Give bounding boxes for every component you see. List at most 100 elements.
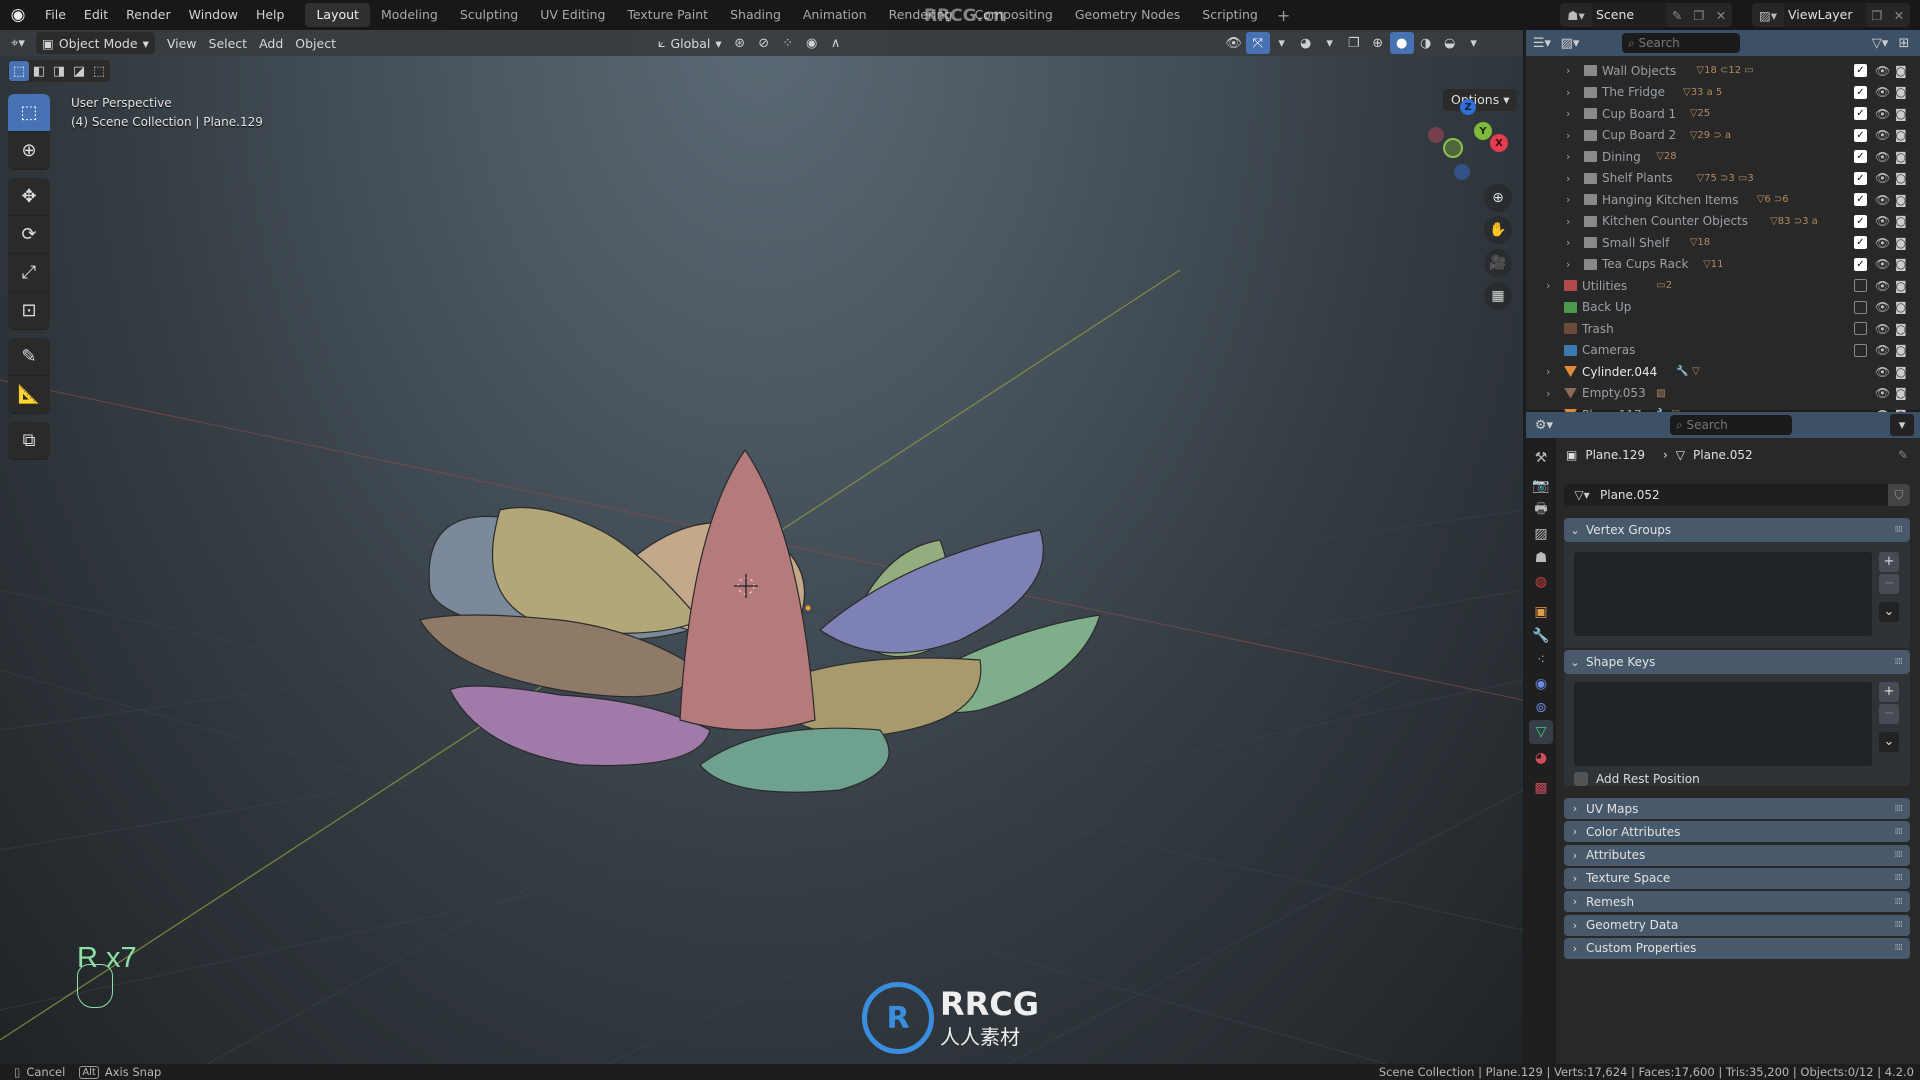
overlay-toggle-icon[interactable]: ◕	[1294, 32, 1318, 54]
viewlayer-selector[interactable]: ▨▾ ViewLayer ❐ ✕	[1752, 3, 1910, 27]
visibility-eye-icon[interactable]: 👁	[1875, 257, 1890, 271]
expand-arrow-icon[interactable]: ›	[1566, 172, 1570, 185]
tab-layout[interactable]: Layout	[305, 3, 370, 27]
outliner-item-name[interactable]: The Fridge	[1602, 85, 1665, 99]
pin-icon[interactable]: ✎	[1898, 448, 1908, 462]
fake-user-shield-icon[interactable]: ⛉	[1888, 484, 1910, 506]
outliner-item-name[interactable]: Small Shelf	[1602, 236, 1669, 250]
pivot-point-icon[interactable]: ⊛	[728, 32, 752, 54]
gizmo-neg-z[interactable]	[1454, 164, 1470, 180]
scene-selector[interactable]: ☗▾ Scene ✎ ❐ ✕	[1560, 3, 1732, 27]
render-camera-icon[interactable]: ◙	[1895, 343, 1907, 357]
drag-grip-icon[interactable]: ⁞⁞⁞⁞	[1895, 920, 1904, 930]
editor-type-icon[interactable]: ⌖▾	[6, 32, 30, 54]
exclude-checkbox[interactable]: ✓	[1854, 128, 1867, 142]
camera-view-icon[interactable]: 🎥	[1484, 249, 1512, 277]
tab-modeling[interactable]: Modeling	[370, 3, 449, 27]
close-viewlayer-icon[interactable]: ✕	[1888, 8, 1910, 23]
visibility-eye-icon[interactable]: 👁	[1875, 386, 1890, 400]
visibility-eye-icon[interactable]: 👁	[1875, 214, 1890, 228]
physics-tab-icon[interactable]: ◉	[1529, 672, 1553, 696]
drag-grip-icon[interactable]: ⁞⁞⁞⁞	[1895, 525, 1904, 535]
world-tab-icon[interactable]: ◍	[1529, 570, 1553, 594]
menu-edit[interactable]: Edit	[75, 0, 117, 30]
drag-grip-icon[interactable]: ⁞⁞⁞⁞	[1895, 943, 1904, 953]
drag-grip-icon[interactable]: ⁞⁞⁞⁞	[1895, 897, 1904, 907]
outliner-item-name[interactable]: Empty.053	[1582, 386, 1646, 400]
outliner-item-name[interactable]: Wall Objects	[1602, 64, 1676, 78]
render-camera-icon[interactable]: ◙	[1895, 193, 1907, 207]
tab-animation[interactable]: Animation	[792, 3, 878, 27]
render-camera-icon[interactable]: ◙	[1895, 150, 1907, 164]
outliner-row[interactable]: Back Up 👁 ◙	[1526, 297, 1920, 318]
select-box-tool[interactable]: ⬚	[8, 94, 50, 132]
shape-keys-list[interactable]	[1574, 682, 1872, 766]
tab-uv-editing[interactable]: UV Editing	[529, 3, 616, 27]
blender-logo-icon[interactable]: ◉	[0, 0, 36, 30]
annotate-tool[interactable]: ✎	[8, 338, 50, 376]
menu-render[interactable]: Render	[117, 0, 180, 30]
remove-vertex-group-button[interactable]: −	[1879, 574, 1899, 594]
visibility-eye-icon[interactable]: 👁	[1875, 64, 1890, 78]
tab-geometry-nodes[interactable]: Geometry Nodes	[1064, 3, 1191, 27]
scale-tool[interactable]: ⤢	[8, 254, 50, 292]
exclude-checkbox[interactable]: ✓	[1854, 193, 1867, 206]
shape-keys-header[interactable]: ⌄ Shape Keys ⁞⁞⁞⁞	[1564, 650, 1910, 674]
expand-arrow-icon[interactable]: ›	[1566, 86, 1570, 99]
vertex-groups-list[interactable]	[1574, 552, 1872, 636]
proportional-edit-icon[interactable]: ◉	[800, 32, 824, 54]
new-collection-icon[interactable]: ⊞	[1892, 32, 1916, 54]
panel-custom-properties[interactable]: › Custom Properties ⁞⁞⁞⁞	[1564, 937, 1910, 959]
outliner-item-name[interactable]: Utilities	[1582, 279, 1627, 293]
expand-arrow-icon[interactable]: ›	[1566, 236, 1570, 249]
add-rest-position-checkbox[interactable]: Add Rest Position	[1574, 772, 1700, 786]
menu-file[interactable]: File	[36, 0, 75, 30]
measure-tool[interactable]: 📐	[8, 376, 50, 414]
snap-icon[interactable]: ⊘	[752, 32, 776, 54]
visibility-eye-icon[interactable]: 👁	[1875, 150, 1890, 164]
3d-viewport[interactable]: ⌖▾ ▣ Object Mode ▾ View Select Add Object …	[0, 30, 1523, 1068]
tool-tab-icon[interactable]: ⚒	[1529, 446, 1553, 470]
wireframe-shading-icon[interactable]: ⊕	[1366, 32, 1390, 54]
scene-tab-icon[interactable]: ☗	[1529, 546, 1553, 570]
mesh-data-tab-icon[interactable]: ▽	[1529, 720, 1553, 744]
view-layer-tab-icon[interactable]: ▨	[1529, 522, 1553, 546]
transform-orientation[interactable]: ⟀ Global ▾	[652, 32, 728, 54]
expand-arrow-icon[interactable]: ›	[1566, 107, 1570, 120]
exclude-checkbox[interactable]: ✓	[1854, 171, 1867, 185]
visibility-eye-icon[interactable]: 👁	[1875, 193, 1890, 207]
outliner-row[interactable]: › Utilities ▭2 👁 ◙	[1526, 275, 1920, 296]
visibility-eye-icon[interactable]: 👁	[1875, 300, 1890, 314]
drag-grip-icon[interactable]: ⁞⁞⁞⁞	[1895, 657, 1904, 667]
zoom-view-icon[interactable]: ⊕	[1484, 184, 1512, 212]
panel-color-attributes[interactable]: › Color Attributes ⁞⁞⁞⁞	[1564, 821, 1910, 843]
add-shape-key-button[interactable]: +	[1879, 682, 1899, 702]
cursor-tool[interactable]: ⊕	[8, 132, 50, 170]
outliner-row[interactable]: › Tea Cups Rack ▽11 ✓ 👁 ◙	[1526, 254, 1920, 275]
outliner-item-name[interactable]: Kitchen Counter Objects	[1602, 214, 1748, 228]
panel-uv-maps[interactable]: › UV Maps ⁞⁞⁞⁞	[1564, 798, 1910, 819]
snap-target-icon[interactable]: ⁘	[776, 32, 800, 54]
drag-grip-icon[interactable]: ⁞⁞⁞⁞	[1895, 850, 1904, 860]
display-mode-icon[interactable]: ☰▾	[1530, 32, 1554, 54]
menu-select[interactable]: Select	[203, 32, 254, 54]
render-camera-icon[interactable]: ◙	[1895, 171, 1907, 185]
vertex-groups-header[interactable]: ⌄ Vertex Groups ⁞⁞⁞⁞	[1564, 518, 1910, 542]
select-invert-icon[interactable]: ◪	[69, 61, 89, 81]
gizmo-y-axis[interactable]: Y	[1474, 122, 1492, 140]
outliner-row[interactable]: › The Fridge ▽33 a 5 ✓ 👁 ◙	[1526, 82, 1920, 103]
render-camera-icon[interactable]: ◙	[1895, 85, 1907, 99]
render-camera-icon[interactable]: ◙	[1895, 257, 1907, 271]
visibility-eye-icon[interactable]: 👁	[1875, 128, 1890, 142]
exclude-checkbox[interactable]: ✓	[1854, 214, 1867, 228]
modifiers-wrench-icon[interactable]: 🔧	[1529, 624, 1553, 648]
render-camera-icon[interactable]: ◙	[1895, 279, 1907, 293]
expand-arrow-icon[interactable]: ›	[1566, 150, 1570, 163]
outliner-item-name[interactable]: Tea Cups Rack	[1602, 257, 1688, 271]
outliner-row[interactable]: › Dining ▽28 ✓ 👁 ◙	[1526, 146, 1920, 167]
outliner-row[interactable]: › Small Shelf ▽18 ✓ 👁 ◙	[1526, 232, 1920, 253]
overlay-dropdown-icon[interactable]: ▾	[1318, 32, 1342, 54]
exclude-checkbox[interactable]	[1854, 300, 1867, 314]
outliner-search[interactable]: ⌕ Search	[1622, 33, 1740, 53]
output-tab-icon[interactable]: 🖶	[1529, 498, 1553, 522]
